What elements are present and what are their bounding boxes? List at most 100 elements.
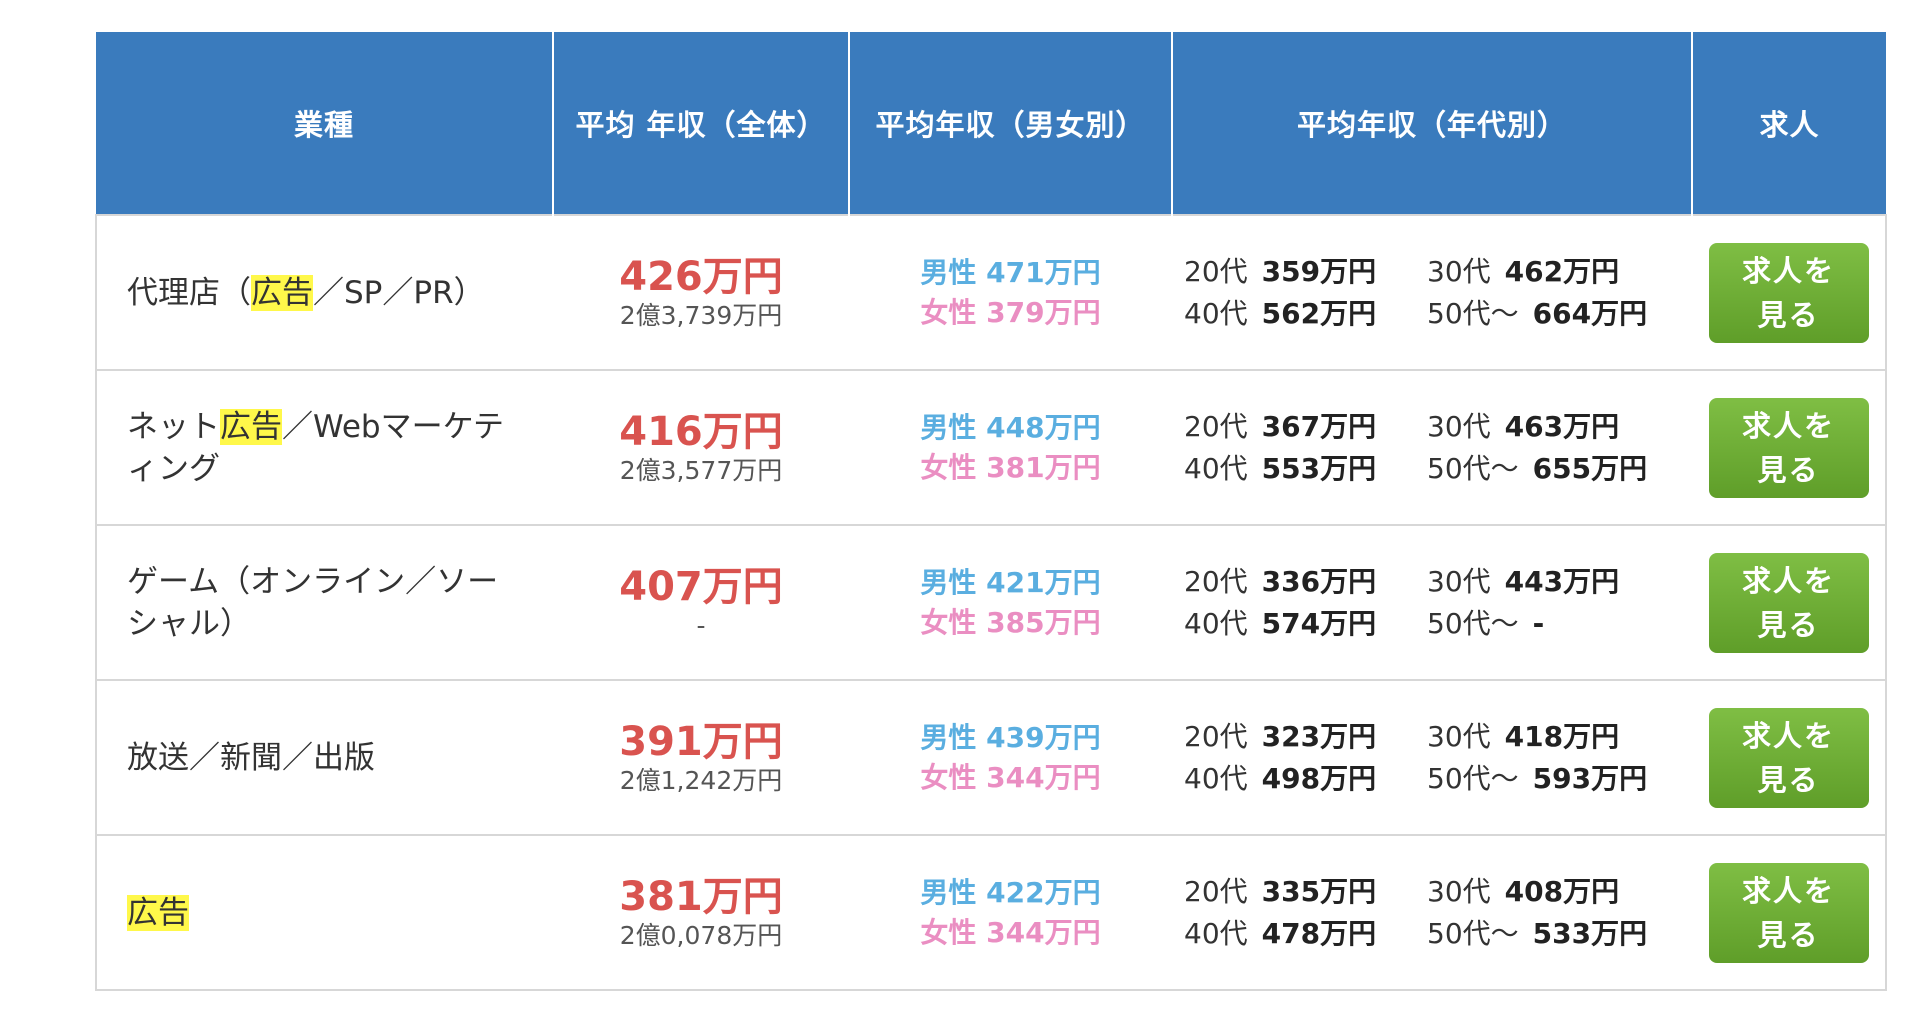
age-bracket-label: 30代 xyxy=(1427,874,1491,908)
industry-label-pre: ゲーム（オンライン／ソーシャル） xyxy=(127,563,499,642)
gender-cell: 男性 439万円 女性 344万円 xyxy=(849,679,1172,836)
age-grid: 20代 359万円 30代 462万円 40代 562万円 50代〜 664万円 xyxy=(1184,252,1692,334)
age-bracket-label: 40代 xyxy=(1184,916,1248,950)
age-bracket-label: 20代 xyxy=(1184,874,1248,908)
industry-label-highlight: 広告 xyxy=(251,274,313,311)
age-bracket-salary: 359万円 xyxy=(1261,254,1377,288)
average-salary: 407万円 xyxy=(619,563,783,610)
age-cell: 20代 336万円 30代 443万円 40代 574万円 50代〜 - xyxy=(1172,524,1692,681)
age-cell: 20代 335万円 30代 408万円 40代 478万円 50代〜 533万円 xyxy=(1172,834,1692,991)
male-salary: 男性 471万円 xyxy=(920,255,1101,289)
age-bracket: 40代 498万円 xyxy=(1184,759,1427,799)
table-row: 放送／新聞／出版 391万円 2億1,242万円 男性 439万円 女性 344… xyxy=(95,679,1887,836)
button-cell: 求人を 見る xyxy=(1692,834,1887,991)
age-bracket: 20代 335万円 xyxy=(1184,872,1427,912)
total-salary: 2億0,078万円 xyxy=(619,920,783,950)
view-jobs-button[interactable]: 求人を 見る xyxy=(1708,862,1869,963)
age-bracket-label: 30代 xyxy=(1427,254,1491,288)
age-bracket-salary: 335万円 xyxy=(1261,874,1377,908)
view-jobs-button-line1: 求人を xyxy=(1741,408,1835,443)
button-cell: 求人を 見る xyxy=(1692,214,1887,371)
age-bracket-label: 40代 xyxy=(1184,451,1248,485)
male-salary: 男性 439万円 xyxy=(920,720,1101,754)
button-cell: 求人を 見る xyxy=(1692,369,1887,526)
age-bracket-salary: 408万円 xyxy=(1504,874,1620,908)
salary-table: 業種 平均 年収（全体） 平均年収（男女別） 平均年収（年代別） 求人 代理店（… xyxy=(95,32,1887,991)
table-body: 代理店（広告／SP／PR） 426万円 2億3,739万円 男性 471万円 女… xyxy=(95,214,1887,991)
gender-cell: 男性 448万円 女性 381万円 xyxy=(849,369,1172,526)
age-cell: 20代 359万円 30代 462万円 40代 562万円 50代〜 664万円 xyxy=(1172,214,1692,371)
view-jobs-button-line1: 求人を xyxy=(1741,873,1835,908)
age-bracket-salary: 498万円 xyxy=(1261,761,1377,795)
age-bracket-label: 20代 xyxy=(1184,254,1248,288)
header-average-total: 平均 年収（全体） xyxy=(552,32,849,215)
age-bracket-label: 40代 xyxy=(1184,296,1248,330)
button-cell: 求人を 見る xyxy=(1692,679,1887,836)
view-jobs-button-line2: 見る xyxy=(1757,917,1820,952)
view-jobs-button[interactable]: 求人を 見る xyxy=(1708,397,1869,498)
age-bracket: 40代 574万円 xyxy=(1184,604,1427,644)
age-bracket-label: 50代〜 xyxy=(1427,916,1519,950)
age-bracket-label: 50代〜 xyxy=(1427,451,1519,485)
age-bracket-salary: 418万円 xyxy=(1504,719,1620,753)
view-jobs-button-line2: 見る xyxy=(1757,607,1820,642)
age-bracket: 30代 408万円 xyxy=(1427,872,1657,912)
table-header-row: 業種 平均 年収（全体） 平均年収（男女別） 平均年収（年代別） 求人 xyxy=(96,32,1886,215)
age-grid: 20代 336万円 30代 443万円 40代 574万円 50代〜 - xyxy=(1184,562,1692,644)
age-bracket-salary: 533万円 xyxy=(1532,916,1648,950)
average-cell: 407万円 - xyxy=(553,524,849,681)
male-salary: 男性 422万円 xyxy=(920,875,1101,909)
age-grid: 20代 367万円 30代 463万円 40代 553万円 50代〜 655万円 xyxy=(1184,407,1692,489)
button-cell: 求人を 見る xyxy=(1692,524,1887,681)
total-salary: 2億1,242万円 xyxy=(619,765,783,795)
age-bracket-label: 50代〜 xyxy=(1427,606,1519,640)
age-bracket: 20代 359万円 xyxy=(1184,252,1427,292)
age-bracket: 40代 562万円 xyxy=(1184,294,1427,334)
age-bracket-label: 30代 xyxy=(1427,564,1491,598)
average-cell: 381万円 2億0,078万円 xyxy=(553,834,849,991)
female-salary: 女性 344万円 xyxy=(920,760,1101,794)
age-grid: 20代 323万円 30代 418万円 40代 498万円 50代〜 593万円 xyxy=(1184,717,1692,799)
industry-label-highlight: 広告 xyxy=(127,894,189,931)
age-bracket: 40代 553万円 xyxy=(1184,449,1427,489)
industry-label-pre: ネット xyxy=(127,408,220,445)
age-bracket: 30代 443万円 xyxy=(1427,562,1657,602)
age-bracket-salary: 323万円 xyxy=(1261,719,1377,753)
age-bracket-salary: 593万円 xyxy=(1532,761,1648,795)
header-industry: 業種 xyxy=(96,32,553,215)
age-grid: 20代 335万円 30代 408万円 40代 478万円 50代〜 533万円 xyxy=(1184,872,1692,954)
industry-cell: ネット広告／Webマーケティング xyxy=(95,369,553,526)
female-salary: 女性 385万円 xyxy=(920,605,1101,639)
view-jobs-button-line2: 見る xyxy=(1757,297,1820,332)
age-bracket: 30代 462万円 xyxy=(1427,252,1657,292)
age-bracket-label: 40代 xyxy=(1184,606,1248,640)
view-jobs-button[interactable]: 求人を 見る xyxy=(1708,242,1869,343)
age-bracket-salary: 478万円 xyxy=(1261,916,1377,950)
female-salary: 女性 379万円 xyxy=(920,295,1101,329)
age-bracket-label: 30代 xyxy=(1427,719,1491,753)
male-salary: 男性 421万円 xyxy=(920,565,1101,599)
age-bracket-salary: 553万円 xyxy=(1261,451,1377,485)
view-jobs-button[interactable]: 求人を 見る xyxy=(1708,707,1869,808)
female-salary: 女性 381万円 xyxy=(920,450,1101,484)
age-bracket: 50代〜 664万円 xyxy=(1427,294,1657,334)
header-average-age: 平均年収（年代別） xyxy=(1171,32,1692,215)
male-salary: 男性 448万円 xyxy=(920,410,1101,444)
age-cell: 20代 367万円 30代 463万円 40代 553万円 50代〜 655万円 xyxy=(1172,369,1692,526)
average-cell: 416万円 2億3,577万円 xyxy=(553,369,849,526)
table-row: ネット広告／Webマーケティング 416万円 2億3,577万円 男性 448万… xyxy=(95,369,1887,526)
view-jobs-button[interactable]: 求人を 見る xyxy=(1708,552,1869,653)
table-row: 代理店（広告／SP／PR） 426万円 2億3,739万円 男性 471万円 女… xyxy=(95,214,1887,371)
table-row: 広告 381万円 2億0,078万円 男性 422万円 女性 344万円 20代… xyxy=(95,834,1887,991)
age-bracket-salary: 443万円 xyxy=(1504,564,1620,598)
average-salary: 391万円 xyxy=(619,718,783,765)
gender-cell: 男性 421万円 女性 385万円 xyxy=(849,524,1172,681)
header-average-gender: 平均年収（男女別） xyxy=(848,32,1172,215)
age-cell: 20代 323万円 30代 418万円 40代 498万円 50代〜 593万円 xyxy=(1172,679,1692,836)
age-bracket: 20代 336万円 xyxy=(1184,562,1427,602)
view-jobs-button-line2: 見る xyxy=(1757,452,1820,487)
gender-cell: 男性 471万円 女性 379万円 xyxy=(849,214,1172,371)
age-bracket: 50代〜 655万円 xyxy=(1427,449,1657,489)
view-jobs-button-line1: 求人を xyxy=(1741,718,1835,753)
view-jobs-button-line2: 見る xyxy=(1757,762,1820,797)
